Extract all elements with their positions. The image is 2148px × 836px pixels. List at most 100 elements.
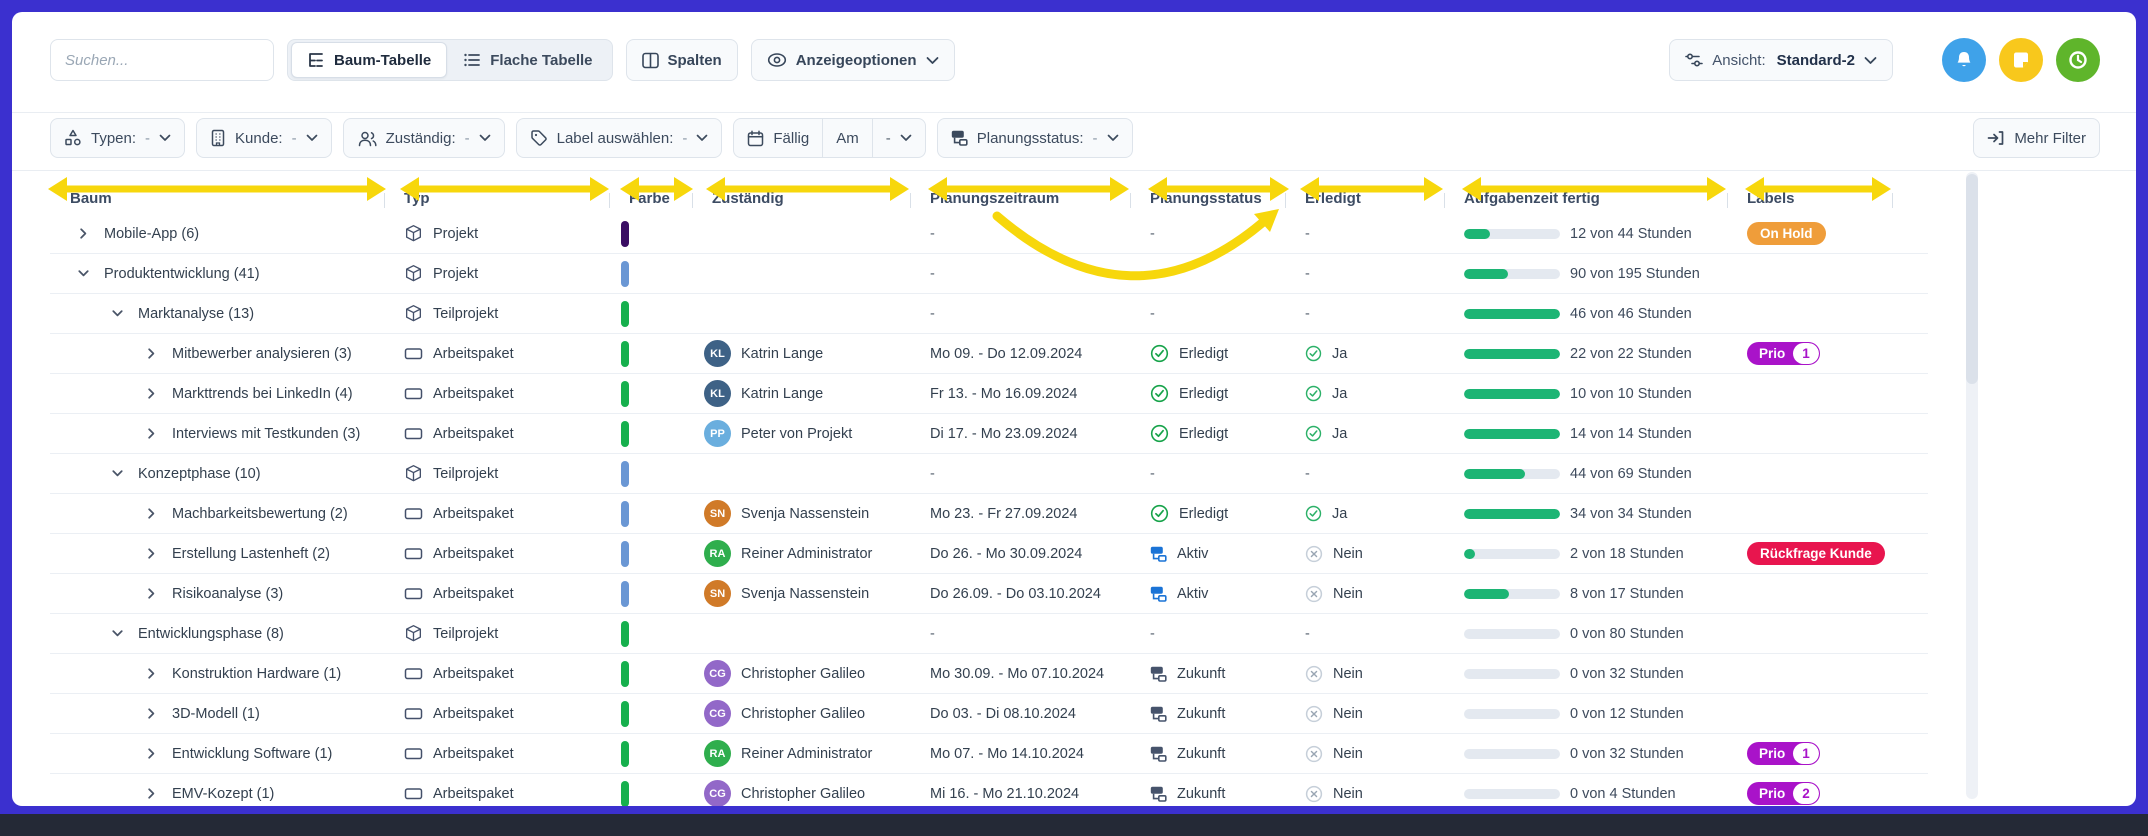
table-row[interactable]: Interviews mit Testkunden (3)Arbeitspake… bbox=[50, 414, 1928, 454]
table-row[interactable]: Konstruktion Hardware (1)ArbeitspaketCGC… bbox=[50, 654, 1928, 694]
table-row[interactable]: Mobile-App (6)Projekt---12 von 44 Stunde… bbox=[50, 214, 1928, 254]
table-row[interactable]: Entwicklung Software (1)ArbeitspaketRARe… bbox=[50, 734, 1928, 774]
chevron-right-icon[interactable] bbox=[143, 386, 159, 402]
cell-aufgabenzeit: 34 von 34 Stunden bbox=[1444, 506, 1727, 522]
chevron-right-icon[interactable] bbox=[75, 226, 91, 242]
chevron-down-icon[interactable] bbox=[75, 266, 91, 282]
table-row[interactable]: Entwicklungsphase (8)Teilprojekt---0 von… bbox=[50, 614, 1928, 654]
progress-bar bbox=[1464, 549, 1560, 559]
cell-aufgabenzeit: 0 von 80 Stunden bbox=[1444, 626, 1727, 642]
chevron-right-icon[interactable] bbox=[143, 586, 159, 602]
cell-baum: Konstruktion Hardware (1) bbox=[50, 666, 384, 682]
column-header-aufgabenzeit-fertig[interactable]: Aufgabenzeit fertig bbox=[1444, 190, 1727, 214]
done-text: Ja bbox=[1332, 506, 1347, 522]
chevron-right-icon[interactable] bbox=[143, 666, 159, 682]
cell-erledigt: - bbox=[1285, 626, 1444, 642]
filter-label: Label auswählen: bbox=[557, 130, 674, 147]
table-row[interactable]: Markttrends bei LinkedIn (4)Arbeitspaket… bbox=[50, 374, 1928, 414]
cell-farbe bbox=[609, 701, 692, 727]
ansicht-select[interactable]: Ansicht: Standard-2 bbox=[1669, 39, 1893, 81]
scrollbar-thumb[interactable] bbox=[1966, 174, 1978, 384]
tab-flache-tabelle[interactable]: Flache Tabelle bbox=[447, 42, 608, 78]
filter-label-auswaehlen[interactable]: Label auswählen: - bbox=[516, 118, 723, 158]
zukunft-status-icon bbox=[1150, 666, 1167, 682]
filter-faellig[interactable]: Fällig bbox=[734, 119, 822, 157]
mehr-filter-button[interactable]: Mehr Filter bbox=[1973, 118, 2100, 158]
aktiv-status-icon bbox=[1150, 546, 1167, 562]
item-name: Produktentwicklung (41) bbox=[104, 266, 260, 282]
item-name: EMV-Kozept (1) bbox=[172, 786, 274, 802]
chevron-down-icon[interactable] bbox=[109, 626, 125, 642]
filter-am[interactable]: Am bbox=[822, 119, 872, 157]
table-row[interactable]: Mitbewerber analysieren (3)ArbeitspaketK… bbox=[50, 334, 1928, 374]
search-input[interactable] bbox=[50, 39, 274, 81]
time-button[interactable] bbox=[2056, 38, 2100, 82]
filter-typen[interactable]: Typen: - bbox=[50, 118, 185, 158]
table-row[interactable]: Konzeptphase (10)Teilprojekt---44 von 69… bbox=[50, 454, 1928, 494]
column-header-planungszeitraum[interactable]: Planungszeitraum bbox=[910, 190, 1130, 214]
cell-erledigt: Nein bbox=[1285, 585, 1444, 603]
item-name: Konstruktion Hardware (1) bbox=[172, 666, 341, 682]
prio-badge: Prio1 bbox=[1747, 342, 1820, 365]
table-row[interactable]: Machbarkeitsbewertung (2)ArbeitspaketSNS… bbox=[50, 494, 1928, 534]
column-header-baum[interactable]: Baum bbox=[50, 190, 384, 214]
spalten-button[interactable]: Spalten bbox=[626, 39, 738, 81]
column-header-erledigt[interactable]: Erledigt bbox=[1285, 190, 1444, 214]
chevron-down-icon[interactable] bbox=[109, 306, 125, 322]
hours-text: 0 von 32 Stunden bbox=[1570, 746, 1684, 762]
zukunft-status-icon bbox=[1150, 786, 1167, 802]
type-label: Arbeitspaket bbox=[433, 586, 514, 602]
table-header: BaumTypFarbeZuständigPlanungszeitraumPla… bbox=[50, 171, 1928, 214]
cell-planungszeitraum: Mo 07. - Mo 14.10.2024 bbox=[910, 746, 1130, 762]
hours-text: 0 von 4 Stunden bbox=[1570, 786, 1676, 802]
column-header-farbe[interactable]: Farbe bbox=[609, 190, 692, 214]
table-row[interactable]: Marktanalyse (13)Teilprojekt---46 von 46… bbox=[50, 294, 1928, 334]
filter-kunde[interactable]: Kunde: - bbox=[196, 118, 332, 158]
chevron-right-icon[interactable] bbox=[143, 346, 159, 362]
table-row[interactable]: Erstellung Lastenheft (2)ArbeitspaketRAR… bbox=[50, 534, 1928, 574]
column-header-planungsstatus[interactable]: Planungsstatus bbox=[1130, 190, 1285, 214]
cell-planungszeitraum: Do 26. - Mo 30.09.2024 bbox=[910, 546, 1130, 562]
done-yes-icon bbox=[1305, 425, 1322, 442]
assignee-name: Reiner Administrator bbox=[741, 746, 872, 762]
progress-bar bbox=[1464, 389, 1560, 399]
cell-aufgabenzeit: 0 von 32 Stunden bbox=[1444, 746, 1727, 762]
chevron-right-icon[interactable] bbox=[143, 426, 159, 442]
column-header-labels[interactable]: Labels bbox=[1727, 190, 1892, 214]
chevron-right-icon[interactable] bbox=[143, 546, 159, 562]
cell-typ: Arbeitspaket bbox=[384, 586, 609, 602]
cell-farbe bbox=[609, 621, 692, 647]
cell-erledigt: - bbox=[1285, 306, 1444, 322]
done-no-icon bbox=[1305, 665, 1323, 683]
column-header-zuständig[interactable]: Zuständig bbox=[692, 190, 910, 214]
chevron-down-icon[interactable] bbox=[109, 466, 125, 482]
vertical-scrollbar[interactable] bbox=[1966, 172, 1978, 799]
notes-button[interactable] bbox=[1999, 38, 2043, 82]
table-row[interactable]: 3D-Modell (1)ArbeitspaketCGChristopher G… bbox=[50, 694, 1928, 734]
table-row[interactable]: Risikoanalyse (3)ArbeitspaketSNSvenja Na… bbox=[50, 574, 1928, 614]
table-row[interactable]: EMV-Kozept (1)ArbeitspaketCGChristopher … bbox=[50, 774, 1928, 806]
chevron-right-icon[interactable] bbox=[143, 706, 159, 722]
period-text: Do 26. - Mo 30.09.2024 bbox=[930, 546, 1082, 562]
filter-am-value[interactable]: - bbox=[872, 119, 925, 157]
chevron-right-icon[interactable] bbox=[143, 786, 159, 802]
toolbar: Baum-Tabelle Flache Tabelle Spalten Anze… bbox=[50, 38, 2100, 82]
done-yes-icon bbox=[1305, 505, 1322, 522]
cell-farbe bbox=[609, 261, 692, 287]
notifications-button[interactable] bbox=[1942, 38, 1986, 82]
type-label: Teilprojekt bbox=[433, 306, 498, 322]
empty-value: - bbox=[930, 226, 935, 242]
zukunft-status-icon bbox=[1150, 746, 1167, 762]
column-header-typ[interactable]: Typ bbox=[384, 190, 609, 214]
anzeigeoptionen-button[interactable]: Anzeigeoptionen bbox=[751, 39, 955, 81]
color-pill bbox=[621, 741, 629, 767]
filter-zustaendig[interactable]: Zuständig: - bbox=[343, 118, 505, 158]
chevron-right-icon[interactable] bbox=[143, 746, 159, 762]
chevron-right-icon[interactable] bbox=[143, 506, 159, 522]
filter-planungsstatus[interactable]: Planungsstatus: - bbox=[937, 118, 1133, 158]
table-row[interactable]: Produktentwicklung (41)Projekt---90 von … bbox=[50, 254, 1928, 294]
filter-label: Am bbox=[836, 130, 859, 147]
cell-erledigt: Ja bbox=[1285, 425, 1444, 442]
tab-baum-tabelle[interactable]: Baum-Tabelle bbox=[291, 42, 447, 78]
empty-value: - bbox=[1305, 226, 1310, 242]
